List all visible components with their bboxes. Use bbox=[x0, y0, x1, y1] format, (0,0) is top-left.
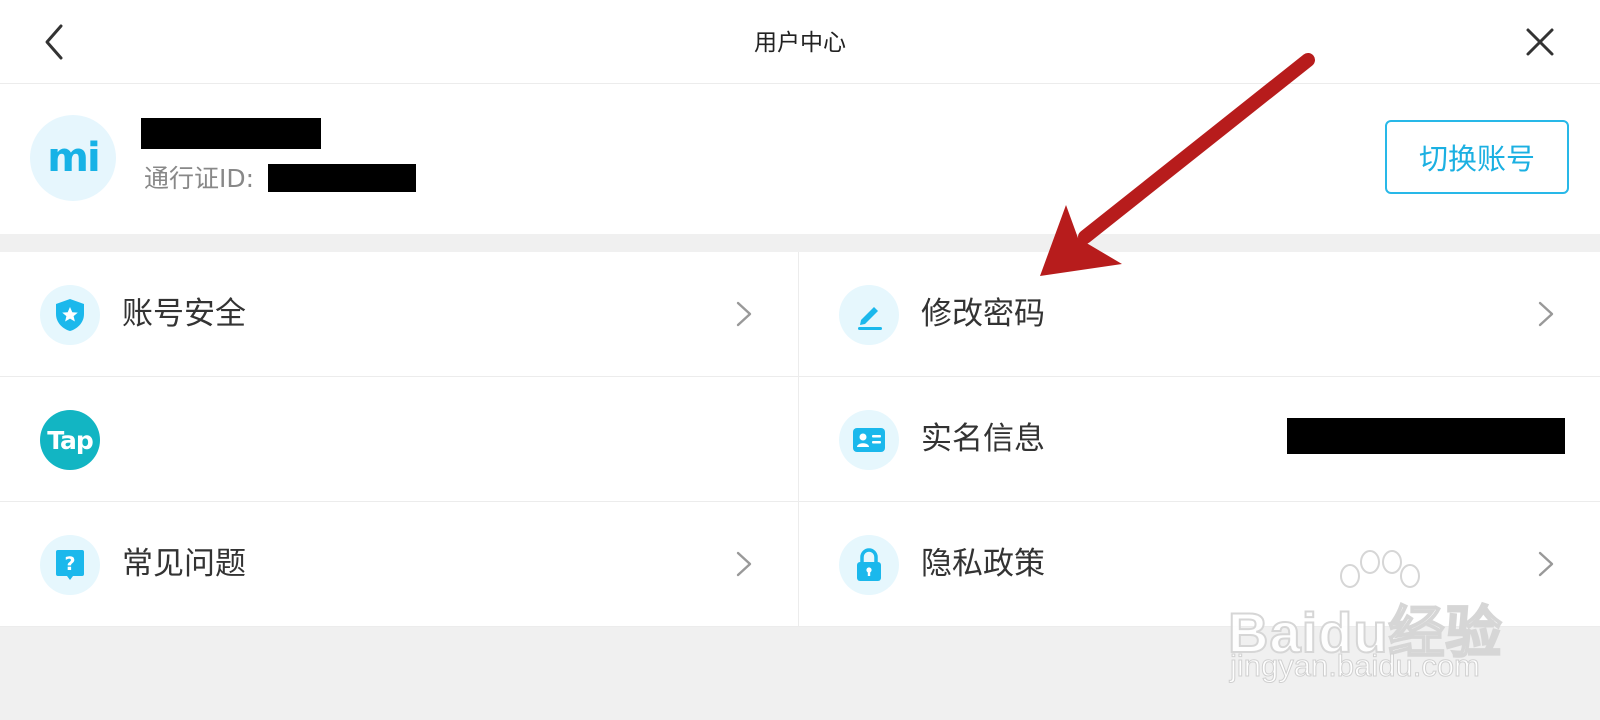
menu-item-change-password[interactable]: 修改密码 bbox=[799, 252, 1600, 377]
tap-logo-icon: Tap bbox=[40, 410, 100, 470]
mi-logo-icon: mi bbox=[47, 135, 100, 181]
back-button[interactable] bbox=[32, 20, 76, 64]
shield-star-icon bbox=[40, 285, 100, 345]
menu-label: 隐私政策 bbox=[921, 546, 1045, 582]
close-icon bbox=[1526, 28, 1554, 56]
menu-item-privacy[interactable]: 隐私政策 bbox=[799, 502, 1600, 627]
chevron-right-icon bbox=[736, 551, 752, 577]
menu-item-account-security[interactable]: 账号安全 bbox=[0, 252, 799, 377]
svg-text:?: ? bbox=[64, 553, 75, 575]
page-title: 用户中心 bbox=[754, 30, 846, 56]
chevron-right-icon bbox=[1538, 301, 1554, 327]
chevron-right-icon bbox=[1538, 551, 1554, 577]
chevron-right-icon bbox=[736, 301, 752, 327]
menu-item-tap[interactable]: Tap bbox=[0, 377, 799, 502]
watermark-sub: jingyan.baidu.com bbox=[1230, 648, 1481, 684]
id-card-icon bbox=[839, 410, 899, 470]
menu-item-faq[interactable]: ? 常见问题 bbox=[0, 502, 799, 627]
menu-label: 实名信息 bbox=[921, 421, 1045, 457]
menu-label: 修改密码 bbox=[921, 296, 1045, 332]
real-name-redacted bbox=[1287, 418, 1565, 454]
avatar: mi bbox=[30, 115, 116, 201]
top-bar: 用户中心 bbox=[0, 0, 1600, 84]
pass-id-redacted bbox=[268, 164, 416, 192]
menu-grid: 账号安全 修改密码 Tap 实名信息 ? 常见问题 隐私政策 bbox=[0, 252, 1600, 627]
switch-account-button[interactable]: 切换账号 bbox=[1385, 120, 1569, 194]
question-icon: ? bbox=[40, 535, 100, 595]
pass-id-label: 通行证ID: bbox=[144, 164, 255, 193]
menu-item-real-name[interactable]: 实名信息 bbox=[799, 377, 1600, 502]
lock-icon bbox=[839, 535, 899, 595]
menu-label: 常见问题 bbox=[122, 546, 246, 582]
profile-section: mi 通行证ID: 切换账号 bbox=[0, 84, 1600, 234]
close-button[interactable] bbox=[1518, 20, 1562, 64]
chevron-left-icon bbox=[45, 24, 63, 60]
pencil-icon bbox=[839, 285, 899, 345]
username-redacted bbox=[141, 118, 321, 149]
menu-label: 账号安全 bbox=[122, 296, 246, 332]
